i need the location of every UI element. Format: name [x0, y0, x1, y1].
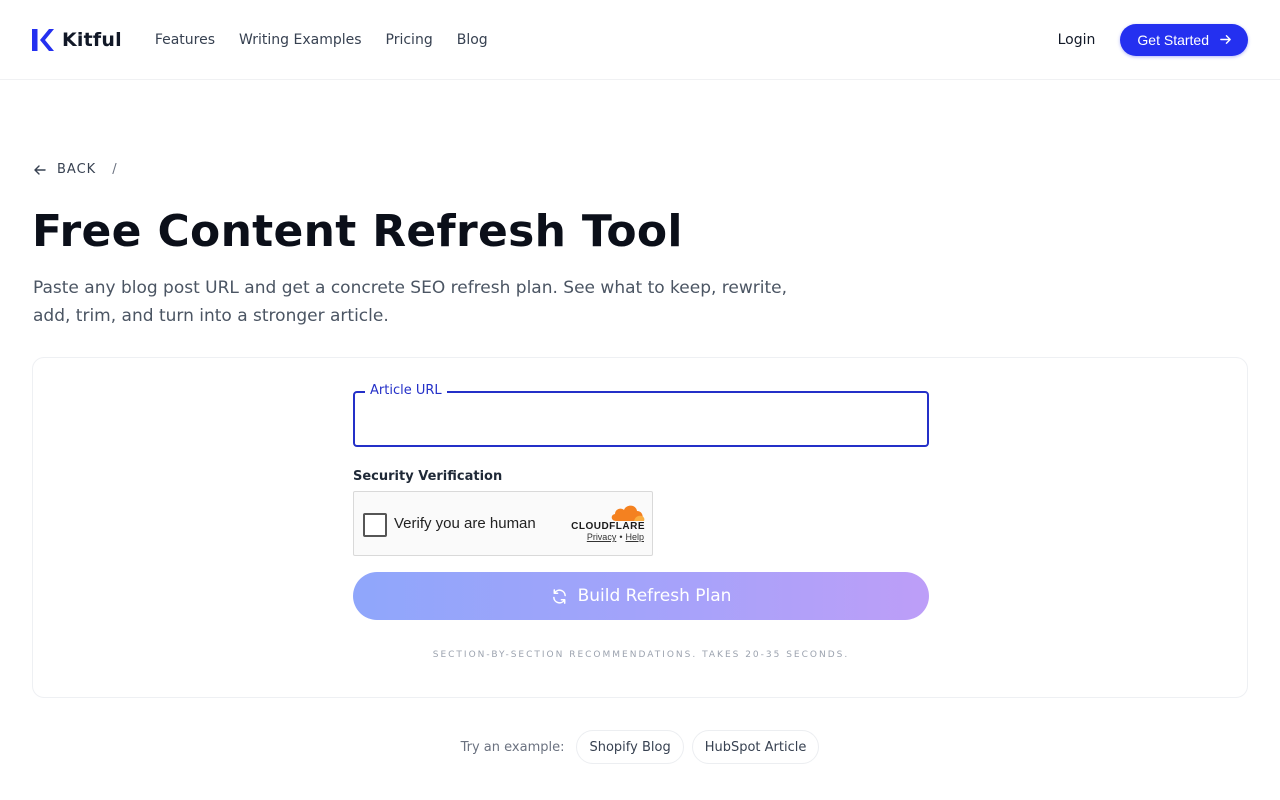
captcha-widget: Verify you are human CLOUDFLARE Privacy …	[353, 491, 653, 556]
refresh-form-card: Article URL Security Verification Verify…	[32, 357, 1248, 698]
site-header: Kitful Features Writing Examples Pricing…	[0, 0, 1280, 80]
cloudflare-wordmark: CLOUDFLARE	[571, 521, 645, 532]
build-refresh-plan-label: Build Refresh Plan	[577, 586, 732, 606]
kitful-logo-icon	[32, 28, 54, 51]
security-verification-label: Security Verification	[353, 469, 503, 484]
nav-item-blog[interactable]: Blog	[457, 32, 488, 48]
logo-text: Kitful	[62, 28, 122, 51]
captcha-help-link[interactable]: Help	[625, 532, 644, 542]
nav-item-pricing[interactable]: Pricing	[386, 32, 433, 48]
logo[interactable]: Kitful	[32, 28, 122, 52]
example-chip-shopify[interactable]: Shopify Blog	[576, 730, 684, 764]
refresh-icon	[552, 588, 566, 604]
breadcrumb-separator: /	[112, 162, 118, 177]
example-chip-hubspot[interactable]: HubSpot Article	[691, 730, 820, 764]
cloudflare-cloud-icon	[611, 505, 645, 521]
captcha-privacy-link[interactable]: Privacy	[587, 532, 617, 542]
build-refresh-plan-button[interactable]: Build Refresh Plan	[353, 572, 929, 620]
header-actions: Login Get Started	[1058, 23, 1248, 56]
examples-label: Try an example:	[460, 739, 565, 755]
back-link[interactable]: BACK	[57, 162, 96, 177]
captcha-text: Verify you are human	[394, 515, 536, 532]
article-url-input[interactable]	[355, 393, 927, 445]
get-started-label: Get Started	[1137, 31, 1209, 48]
nav-item-writing-examples[interactable]: Writing Examples	[239, 32, 361, 48]
examples-row: Try an example: Shopify Blog HubSpot Art…	[0, 730, 1280, 764]
captcha-links-separator: •	[619, 532, 623, 542]
login-link[interactable]: Login	[1058, 32, 1096, 48]
article-url-field[interactable]: Article URL	[353, 383, 929, 447]
main-nav: Features Writing Examples Pricing Blog	[155, 32, 488, 48]
captcha-checkbox[interactable]	[363, 513, 387, 537]
article-url-label: Article URL	[365, 383, 447, 398]
breadcrumb: BACK /	[33, 162, 118, 177]
get-started-button[interactable]: Get Started	[1120, 23, 1248, 56]
arrow-right-icon	[1220, 35, 1231, 44]
captcha-links: Privacy • Help	[587, 532, 644, 542]
arrow-left-icon[interactable]	[33, 163, 47, 177]
page-title: Free Content Refresh Tool	[32, 206, 683, 257]
nav-item-features[interactable]: Features	[155, 32, 215, 48]
page-subtitle: Paste any blog post URL and get a concre…	[33, 278, 788, 326]
helper-text: SECTION-BY-SECTION RECOMMENDATIONS. TAKE…	[432, 650, 850, 660]
